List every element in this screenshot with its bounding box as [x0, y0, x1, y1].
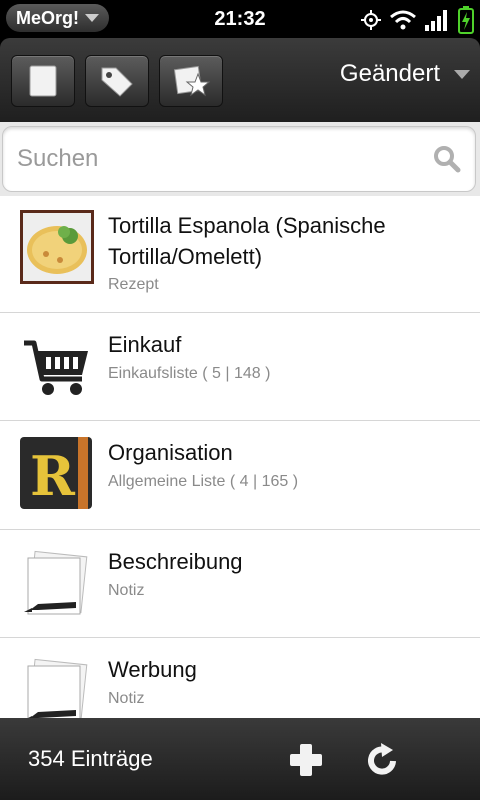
sort-dropdown[interactable]: Geändert [340, 60, 470, 88]
item-title: Organisation [108, 440, 233, 465]
item-subtitle: Notiz [108, 582, 145, 599]
favorites-button[interactable] [159, 55, 223, 107]
refresh-button[interactable] [360, 738, 404, 782]
tag-icon [101, 67, 133, 97]
status-icons [360, 6, 474, 34]
note-icon [29, 65, 57, 97]
item-title: Beschreibung [108, 549, 243, 574]
gps-icon [361, 10, 381, 30]
wifi-icon [390, 10, 416, 30]
plus-icon [290, 744, 322, 776]
add-button[interactable] [284, 738, 328, 782]
item-count: 354 Einträge [28, 746, 153, 771]
r-book-icon: R [20, 437, 92, 509]
shopping-cart-icon [24, 340, 88, 395]
footer-bar: 354 Einträge [0, 718, 480, 800]
list-item[interactable]: Werbung Notiz [0, 638, 480, 718]
status-bar: MeOrg! 21:32 [0, 0, 480, 38]
item-title: Einkauf [108, 332, 182, 357]
refresh-icon [368, 743, 396, 775]
item-subtitle: Einkaufsliste ( 5 | 148 ) [108, 365, 271, 382]
svg-text:R: R [30, 444, 76, 508]
note-pen-icon [24, 550, 88, 615]
notes-button[interactable] [11, 55, 75, 107]
header-toolbar: Geändert [0, 38, 480, 122]
item-title: Tortilla Espanola (Spanische Tortilla/Om… [108, 213, 386, 269]
list-item[interactable]: Beschreibung Notiz [0, 530, 480, 638]
search-input[interactable] [15, 144, 419, 174]
item-title: Werbung [108, 657, 197, 682]
list-item[interactable]: Tortilla Espanola (Spanische Tortilla/Om… [0, 196, 480, 313]
note-pen-icon [27, 658, 88, 718]
sort-label: Geändert [339, 60, 440, 87]
signal-icon [425, 10, 447, 31]
item-subtitle: Notiz [108, 690, 145, 707]
search-field [2, 126, 476, 192]
battery-charging-icon [458, 6, 474, 34]
chevron-down-icon [454, 69, 470, 79]
tags-button[interactable] [85, 55, 149, 107]
item-subtitle: Rezept [108, 276, 159, 293]
item-subtitle: Allgemeine Liste ( 4 | 165 ) [108, 473, 299, 490]
search-bar [0, 122, 480, 196]
note-star-icon [173, 65, 210, 97]
list-item[interactable]: R Organisation Allgemeine Liste ( 4 | 16… [0, 421, 480, 530]
recipe-photo-icon [20, 210, 94, 284]
search-icon[interactable] [433, 145, 461, 173]
list-item[interactable]: Einkauf Einkaufsliste ( 5 | 148 ) [0, 313, 480, 421]
item-list: Tortilla Espanola (Spanische Tortilla/Om… [0, 196, 480, 718]
